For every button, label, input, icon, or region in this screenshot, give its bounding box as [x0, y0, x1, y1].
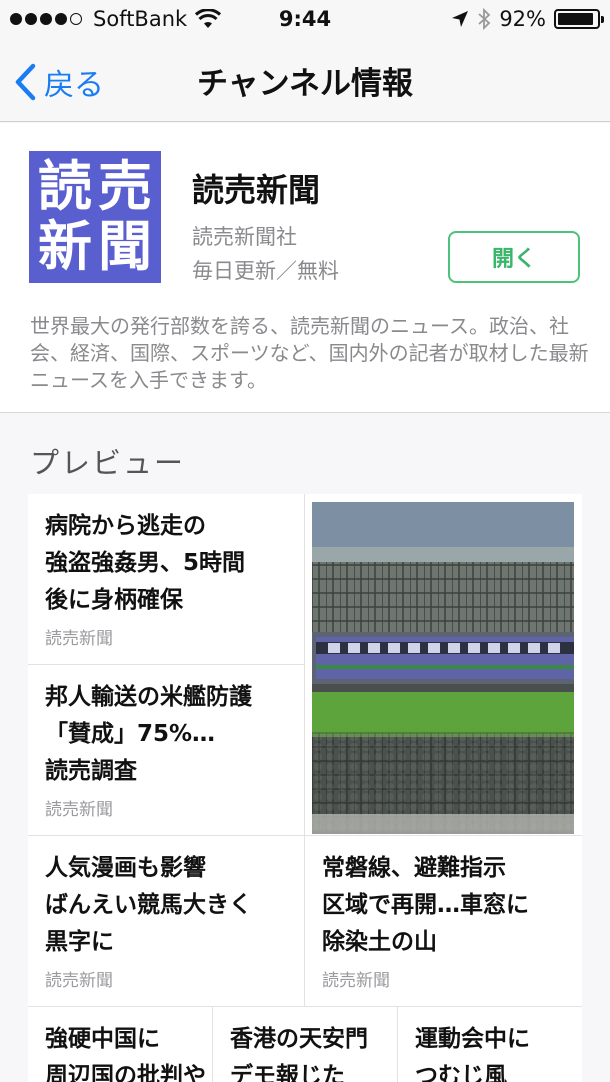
location-arrow-icon [452, 11, 469, 27]
preview-header: プレビュー [30, 446, 186, 480]
battery-icon [554, 9, 604, 29]
article-photo[interactable] [312, 502, 574, 834]
logo-char: 聞 [98, 215, 152, 278]
article-title: 病院から逃走の 強盗強姦男、5時間 後に身柄確保 [45, 513, 246, 613]
article-source: 読売新聞 [45, 800, 113, 820]
article-title: 常磐線、避難指示 区域で再開…車窓に 除染土の山 [322, 855, 529, 955]
article-card[interactable]: 香港の天安門 デモ報じた [213, 1007, 397, 1082]
article-title: 強硬中国に 周辺国の批判や [45, 1026, 206, 1082]
article-source: 読売新聞 [45, 971, 113, 991]
open-button[interactable]: 開く [448, 231, 580, 283]
battery-percentage: 92% [499, 7, 546, 31]
article-card[interactable]: 邦人輸送の米艦防護 「賛成」75%… 読売調査 読売新聞 [28, 665, 304, 835]
status-bar: SoftBank 9:44 92% [0, 0, 610, 40]
article-source: 読売新聞 [45, 629, 113, 649]
article-title: 香港の天安門 デモ報じた [230, 1026, 368, 1082]
article-card[interactable]: 人気漫画も影響 ばんえい競馬大きく 黒字に 読売新聞 [28, 836, 304, 1006]
navigation-bar: 戻る チャンネル情報 [0, 40, 610, 122]
article-title: 人気漫画も影響 ばんえい競馬大きく 黒字に [45, 855, 252, 955]
battery-level [558, 13, 593, 25]
page-title: チャンネル情報 [196, 66, 414, 102]
channel-update-info: 毎日更新／無料 [192, 259, 339, 283]
preview-grid: 病院から逃走の 強盗強姦男、5時間 後に身柄確保 読売新聞 邦人輸送の米艦防護 … [28, 494, 582, 1082]
article-card[interactable]: 強硬中国に 周辺国の批判や [28, 1007, 212, 1082]
train-photo-image [312, 502, 574, 834]
channel-publisher: 読売新聞社 [192, 225, 297, 249]
article-card[interactable]: 運動会中に つむじ風 [398, 1007, 582, 1082]
article-card[interactable]: 病院から逃走の 強盗強姦男、5時間 後に身柄確保 読売新聞 [28, 494, 304, 664]
article-source: 読売新聞 [322, 971, 390, 991]
article-title: 邦人輸送の米艦防護 「賛成」75%… 読売調査 [45, 684, 252, 784]
logo-char: 売 [98, 155, 152, 218]
article-card[interactable]: 常磐線、避難指示 区域で再開…車窓に 除染土の山 読売新聞 [305, 836, 582, 1006]
bluetooth-icon [478, 8, 491, 30]
channel-info-section: 読 売 新 聞 読売新聞 読売新聞社 毎日更新／無料 開く 世界最大の発行部数を… [0, 123, 610, 413]
channel-logo: 読 売 新 聞 [29, 151, 161, 283]
channel-description: 世界最大の発行部数を誇る、読売新聞のニュース。政治、社会、経済、国際、スポーツな… [30, 314, 589, 392]
article-title: 運動会中に つむじ風 [415, 1026, 530, 1082]
logo-char: 読 [38, 155, 92, 218]
channel-name: 読売新聞 [192, 171, 321, 209]
status-bar-right: 92% [451, 7, 604, 31]
logo-char: 新 [38, 215, 92, 278]
